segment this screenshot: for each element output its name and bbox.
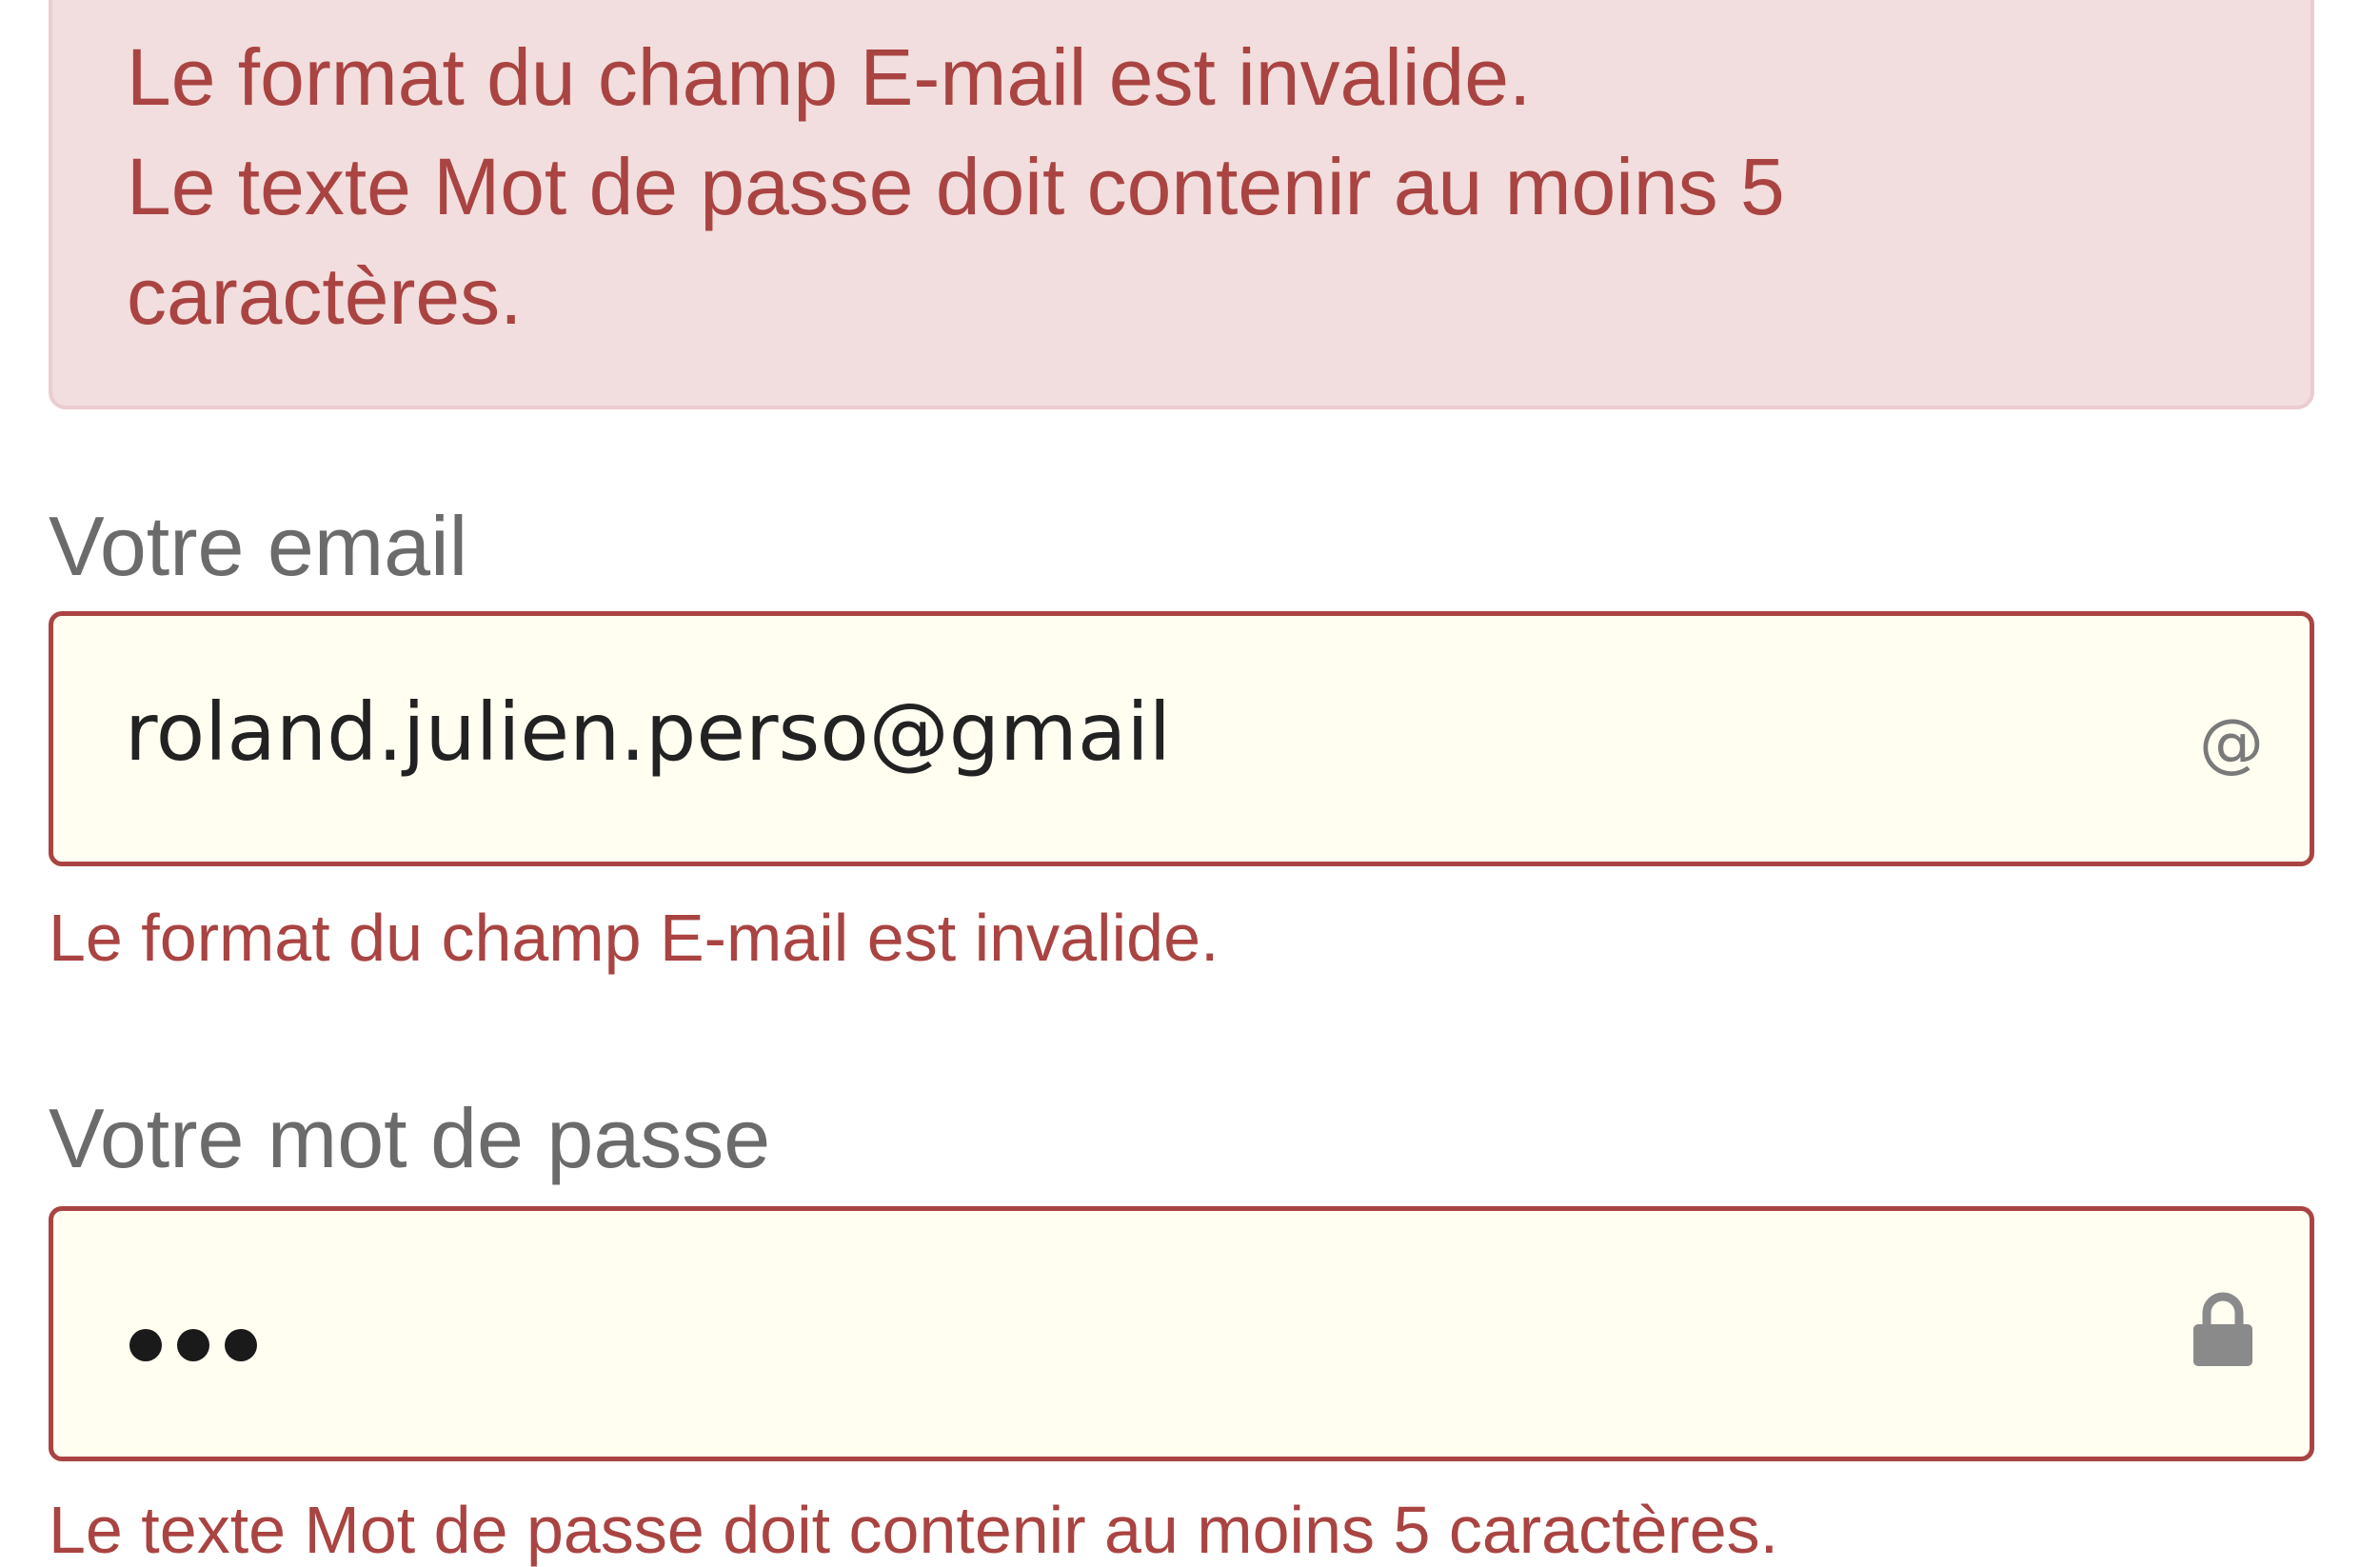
alert-email-error: Le format du champ E-mail est invalide. xyxy=(127,32,1532,122)
lock-icon xyxy=(2193,1292,2252,1366)
email-field[interactable]: roland.julien.perso@gmail @ xyxy=(49,611,2314,866)
at-sign-icon: @ xyxy=(2199,705,2264,781)
password-dot xyxy=(177,1329,209,1361)
email-label: Votre email xyxy=(49,499,468,593)
email-value: roland.julien.perso@gmail xyxy=(125,685,1172,779)
email-error-message: Le format du champ E-mail est invalide. xyxy=(49,901,1220,975)
password-error-message: Le texte Mot de passe doit contenir au m… xyxy=(49,1493,1779,1567)
password-dot xyxy=(129,1329,162,1361)
password-mask xyxy=(129,1329,257,1361)
error-alert: Le format du champ E-mail est invalide. … xyxy=(49,0,2314,409)
password-label: Votre mot de passe xyxy=(49,1091,771,1185)
alert-password-error: Le texte Mot de passe doit contenir au m… xyxy=(127,142,1785,231)
alert-password-error-continued: caractères. xyxy=(127,251,523,341)
password-dot xyxy=(225,1329,257,1361)
password-field[interactable] xyxy=(49,1206,2314,1461)
